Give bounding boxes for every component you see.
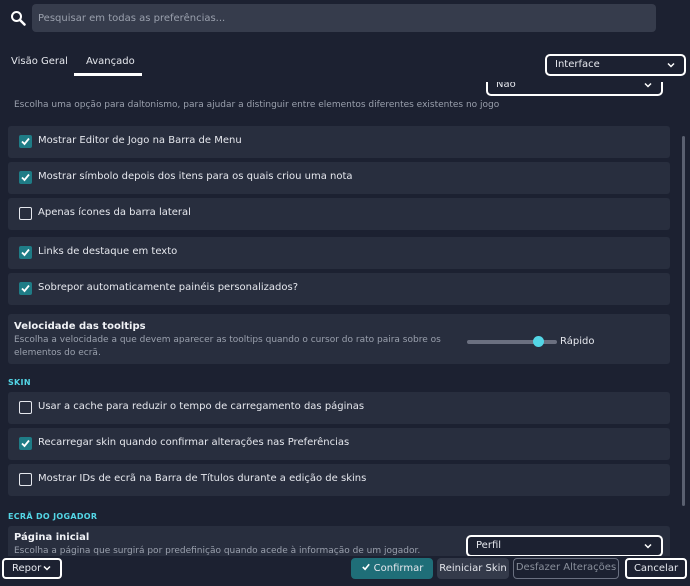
search-icon [11, 11, 26, 26]
checkmark-icon [21, 173, 30, 182]
search-bar [0, 0, 690, 40]
option-row-game-editor[interactable]: Mostrar Editor de Jogo na Barra de Menu [8, 126, 670, 158]
option-label: Recarregar skin quando confirmar alteraç… [38, 437, 350, 448]
start-page-title: Página inicial [14, 532, 90, 543]
active-tab-indicator [74, 73, 142, 76]
start-page-select-value: Perfil [476, 540, 502, 551]
section-heading-player-screen: ECRÃ DO JOGADOR [8, 512, 98, 521]
checkmark-icon [361, 563, 370, 571]
option-row-page-cache[interactable]: Usar a cache para reduzir o tempo de car… [8, 392, 670, 424]
colorblind-description: Escolha uma opção para daltonismo, para … [14, 100, 500, 110]
tab-general[interactable]: Visão Geral [11, 56, 68, 74]
option-label: Sobrepor automaticamente painéis persona… [38, 282, 299, 293]
checkmark-icon [21, 248, 30, 257]
checkbox[interactable] [19, 171, 32, 184]
confirm-label: Confirmar [373, 563, 424, 574]
start-page-setting: Página inicial Escolha a página que surg… [8, 526, 670, 556]
colorblind-select-value: Não [496, 82, 516, 90]
checkbox[interactable] [19, 207, 32, 220]
tooltip-speed-description: Escolha a velocidade a que devem aparece… [14, 335, 441, 358]
chevron-down-icon [644, 543, 652, 549]
chevron-down-icon [667, 62, 675, 68]
option-row-note-symbol[interactable]: Mostrar símbolo depois dos itens para os… [8, 162, 670, 194]
checkbox[interactable] [19, 437, 32, 450]
option-label: Mostrar IDs de ecrã na Barra de Títulos … [38, 473, 367, 484]
start-page-description: Escolha a página que surgirá por predefi… [14, 546, 421, 556]
option-label: Links de destaque em texto [38, 246, 178, 257]
tooltip-speed-setting: Velocidade das tooltips Escolha a veloci… [8, 314, 670, 364]
option-row-overlay-panels[interactable]: Sobrepor automaticamente painéis persona… [8, 273, 670, 305]
undo-changes-button[interactable]: Desfazer Alterações [513, 558, 619, 579]
category-select[interactable]: Interface [545, 54, 686, 76]
section-heading-skin: SKIN [8, 378, 31, 387]
option-label: Mostrar símbolo depois dos itens para os… [38, 171, 353, 182]
option-row-sidebar-icons[interactable]: Apenas ícones da barra lateral [8, 198, 670, 230]
cancel-button[interactable]: Cancelar [625, 558, 687, 579]
chevron-down-icon [644, 82, 652, 88]
reset-skin-button[interactable]: Reiniciar Skin [437, 558, 509, 579]
option-row-reload-skin[interactable]: Recarregar skin quando confirmar alteraç… [8, 428, 670, 460]
option-row-highlight-links[interactable]: Links de destaque em texto [8, 237, 670, 269]
footer-bar: Repor Confirmar Reiniciar Skin Desfazer … [0, 556, 690, 586]
chevron-down-icon [43, 565, 51, 571]
checkbox[interactable] [19, 473, 32, 486]
checkmark-icon [21, 284, 30, 293]
checkbox[interactable] [19, 401, 32, 414]
preferences-scroll-area[interactable]: Não Escolha uma opção para daltonismo, p… [0, 82, 690, 556]
confirm-button[interactable]: Confirmar [351, 558, 433, 579]
start-page-select[interactable]: Perfil [466, 535, 663, 556]
checkmark-icon [21, 439, 30, 448]
checkmark-icon [21, 137, 30, 146]
option-label: Apenas ícones da barra lateral [38, 207, 191, 218]
reset-label: Repor [12, 563, 42, 574]
slider-handle[interactable] [533, 336, 544, 347]
search-input[interactable] [32, 4, 656, 32]
option-label: Mostrar Editor de Jogo na Barra de Menu [38, 135, 242, 146]
reset-dropdown-button[interactable]: Repor [2, 558, 62, 579]
option-label: Usar a cache para reduzir o tempo de car… [38, 401, 365, 412]
option-row-screen-ids[interactable]: Mostrar IDs de ecrã na Barra de Títulos … [8, 464, 670, 496]
colorblind-select[interactable]: Não [486, 82, 663, 96]
tooltip-speed-title: Velocidade das tooltips [14, 321, 146, 332]
checkbox[interactable] [19, 135, 32, 148]
checkbox[interactable] [19, 282, 32, 295]
checkbox[interactable] [19, 246, 32, 259]
tab-advanced[interactable]: Avançado [86, 56, 135, 74]
scrollbar-thumb[interactable] [682, 136, 685, 506]
tooltip-speed-value: Rápido [560, 336, 595, 347]
category-select-value: Interface [555, 59, 600, 70]
